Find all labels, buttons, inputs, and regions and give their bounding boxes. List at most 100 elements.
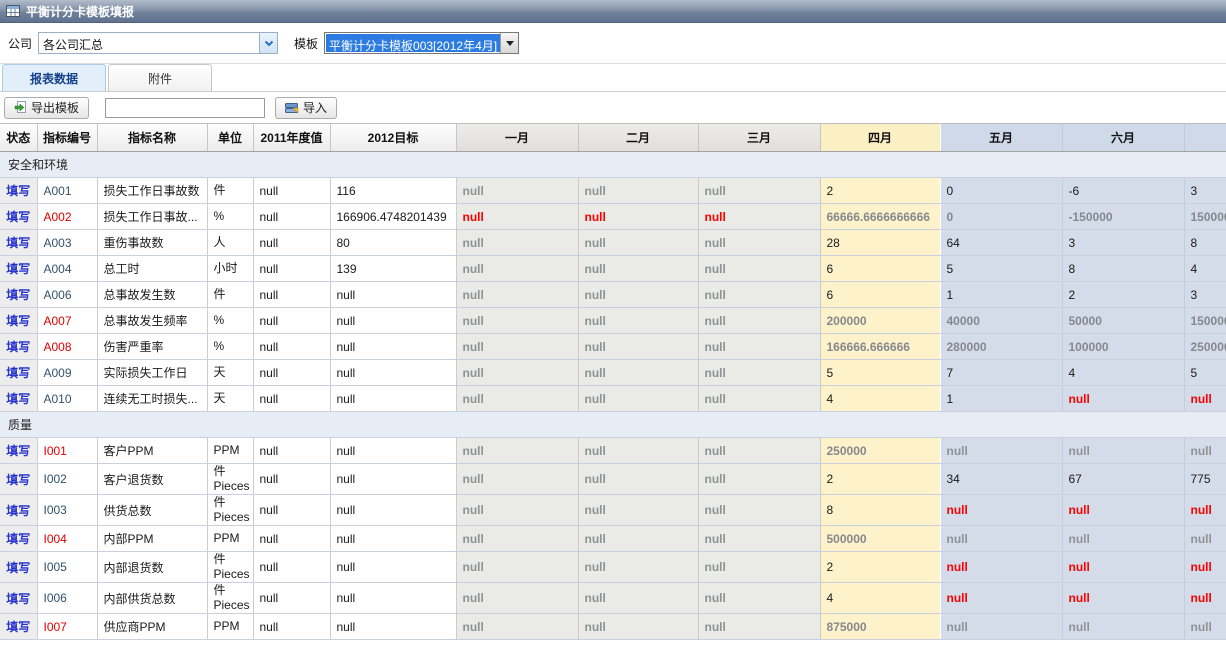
month-value-cell: null (456, 308, 578, 334)
table-row: 填写A008伤害严重率%nullnullnullnullnull166666.6… (0, 334, 1226, 360)
status-cell: 填写 (0, 438, 37, 464)
fill-in-link[interactable]: 填写 (6, 184, 30, 198)
fill-in-link[interactable]: 填写 (6, 314, 30, 328)
year-2011-value-cell: null (253, 282, 330, 308)
unit-cell: 件 Pieces (207, 464, 253, 495)
unit-cell: 件 (207, 282, 253, 308)
column-header-m4: 四月 (820, 124, 940, 152)
status-cell: 填写 (0, 282, 37, 308)
filter-toolbar: 公司 各公司汇总 模板 平衡计分卡模板003[2012年4月] (0, 23, 1226, 63)
month-value-cell: 67 (1062, 464, 1184, 495)
status-cell: 填写 (0, 464, 37, 495)
status-cell: 填写 (0, 178, 37, 204)
month-value-cell: null (456, 282, 578, 308)
table-row: 填写A007总事故发生频率%nullnullnullnullnull200000… (0, 308, 1226, 334)
year-2011-value-cell: null (253, 230, 330, 256)
template-select[interactable]: 平衡计分卡模板003[2012年4月] (324, 32, 519, 54)
month-value-cell: null (456, 360, 578, 386)
fill-in-link[interactable]: 填写 (6, 504, 30, 518)
window-title: 平衡计分卡模板填报 (26, 3, 134, 20)
month-value-cell: 100000 (1062, 334, 1184, 360)
template-label: 模板 (294, 35, 318, 52)
indicator-name-cell: 供应商PPM (97, 614, 207, 640)
action-toolbar: 导出模板 导入 (0, 92, 1226, 123)
fill-in-link[interactable]: 填写 (6, 392, 30, 406)
company-combobox[interactable]: 各公司汇总 (38, 32, 278, 54)
month-value-cell: -6 (1062, 178, 1184, 204)
month-value-cell: 64 (940, 230, 1062, 256)
year-2011-value-cell: null (253, 614, 330, 640)
fill-in-link[interactable]: 填写 (6, 340, 30, 354)
month-value-cell: null (1062, 552, 1184, 583)
tab-attachments[interactable]: 附件 (108, 64, 212, 91)
indicator-name-cell: 客户退货数 (97, 464, 207, 495)
fill-in-link[interactable]: 填写 (6, 473, 30, 487)
month-value-cell: null (578, 386, 698, 412)
month-value-cell: 5 (940, 256, 1062, 282)
column-header-m2: 二月 (578, 124, 698, 152)
fill-in-link[interactable]: 填写 (6, 210, 30, 224)
indicator-code-cell: I007 (37, 614, 97, 640)
table-row: 填写A010连续无工时损失...天nullnullnullnullnull41n… (0, 386, 1226, 412)
indicator-name-cell: 实际损失工作日 (97, 360, 207, 386)
target-2012-cell: null (330, 614, 456, 640)
month-value-cell: 3 (1184, 282, 1226, 308)
month-value-cell: null (1184, 438, 1226, 464)
unit-cell: 人 (207, 230, 253, 256)
month-value-cell: 500000 (820, 526, 940, 552)
indicator-code-cell: I002 (37, 464, 97, 495)
month-value-cell: 775 (1184, 464, 1226, 495)
target-2012-cell: 139 (330, 256, 456, 282)
month-value-cell: 280000 (940, 334, 1062, 360)
month-value-cell: null (456, 495, 578, 526)
fill-in-link[interactable]: 填写 (6, 532, 30, 546)
table-row: 填写I002客户退货数件 Piecesnullnullnullnullnull2… (0, 464, 1226, 495)
target-2012-cell: null (330, 495, 456, 526)
month-value-cell: null (456, 230, 578, 256)
month-value-cell: null (698, 256, 820, 282)
indicator-name-cell: 重伤事故数 (97, 230, 207, 256)
export-template-button[interactable]: 导出模板 (4, 97, 89, 119)
import-file-input[interactable] (105, 98, 265, 118)
fill-in-link[interactable]: 填写 (6, 620, 30, 634)
chevron-down-icon[interactable] (259, 33, 277, 53)
status-cell: 填写 (0, 204, 37, 230)
table-row: 填写A003重伤事故数人null80nullnullnull286438 (0, 230, 1226, 256)
month-value-cell: 1 (940, 282, 1062, 308)
status-cell: 填写 (0, 552, 37, 583)
indicator-code-cell: A004 (37, 256, 97, 282)
month-value-cell: null (578, 230, 698, 256)
month-value-cell: 3 (1184, 178, 1226, 204)
indicator-name-cell: 总事故发生数 (97, 282, 207, 308)
indicator-name-cell: 总工时 (97, 256, 207, 282)
fill-in-link[interactable]: 填写 (6, 262, 30, 276)
target-2012-cell: 80 (330, 230, 456, 256)
month-value-cell: null (940, 526, 1062, 552)
dropdown-arrow-icon[interactable] (500, 33, 518, 53)
indicator-code-cell: A002 (37, 204, 97, 230)
indicator-code-cell: A001 (37, 178, 97, 204)
month-value-cell: null (1062, 495, 1184, 526)
indicator-name-cell: 内部退货数 (97, 552, 207, 583)
fill-in-link[interactable]: 填写 (6, 444, 30, 458)
month-value-cell: null (456, 464, 578, 495)
unit-cell: 天 (207, 360, 253, 386)
import-button[interactable]: 导入 (275, 97, 337, 119)
month-value-cell: null (456, 334, 578, 360)
target-2012-cell: null (330, 282, 456, 308)
year-2011-value-cell: null (253, 464, 330, 495)
indicator-name-cell: 内部供货总数 (97, 583, 207, 614)
tab-report-data[interactable]: 报表数据 (2, 64, 106, 91)
indicator-name-cell: 客户PPM (97, 438, 207, 464)
month-value-cell: null (1062, 438, 1184, 464)
target-2012-cell: 166906.4748201439 (330, 204, 456, 230)
month-value-cell: null (578, 552, 698, 583)
fill-in-link[interactable]: 填写 (6, 592, 30, 606)
fill-in-link[interactable]: 填写 (6, 561, 30, 575)
fill-in-link[interactable]: 填写 (6, 288, 30, 302)
fill-in-link[interactable]: 填写 (6, 236, 30, 250)
month-value-cell: 0 (940, 178, 1062, 204)
month-value-cell: null (578, 308, 698, 334)
fill-in-link[interactable]: 填写 (6, 366, 30, 380)
month-value-cell: null (578, 334, 698, 360)
